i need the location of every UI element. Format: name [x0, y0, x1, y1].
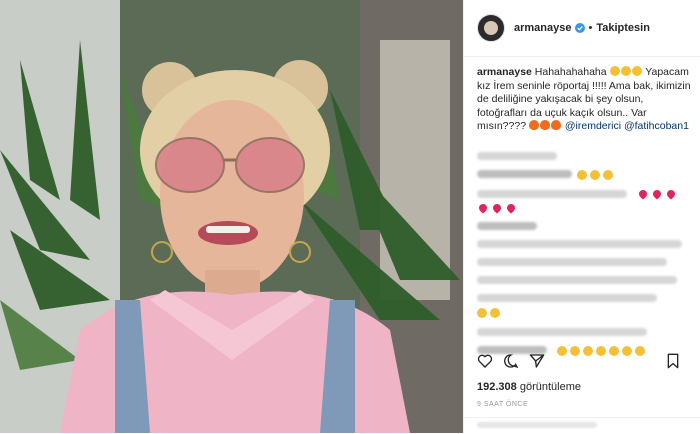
fire-emoji-icon — [528, 120, 539, 130]
comment-emojis — [477, 308, 691, 318]
caption-username[interactable]: armanayse — [477, 66, 532, 78]
post-header: armanayse • Takiptesin — [464, 0, 700, 57]
comment-item — [477, 190, 627, 198]
view-count: 192.308 görüntüleme — [477, 381, 581, 393]
emoji-icon — [477, 308, 487, 318]
laughing-emoji-icon — [631, 66, 642, 76]
bookmark-icon[interactable] — [665, 353, 681, 369]
views-number: 192.308 — [477, 381, 517, 393]
heart-emoji-icon — [665, 188, 677, 200]
comment-item — [477, 170, 572, 178]
heart-emoji-icon — [477, 202, 489, 214]
comment-input-placeholder[interactable] — [477, 422, 597, 428]
caption-text-part1: Hahahahahaha — [534, 66, 607, 78]
heart-emoji-icon — [505, 202, 517, 214]
post-actions — [477, 353, 691, 369]
comment-hearts — [637, 188, 691, 200]
heart-icon[interactable] — [477, 353, 493, 369]
post-caption: armanayse Hahahahahaha Yapacam kız İrem … — [477, 66, 691, 134]
verified-badge-icon — [574, 23, 585, 33]
comments-list — [477, 152, 691, 366]
post-timestamp[interactable]: 9 SAAT ÖNCE — [477, 401, 528, 408]
follow-button[interactable]: Takiptesin — [596, 22, 650, 34]
emoji-icon — [490, 308, 500, 318]
post-video[interactable] — [0, 0, 463, 433]
laughing-emoji-icon — [620, 66, 631, 76]
comment-item — [477, 328, 647, 336]
comment-item — [477, 276, 677, 284]
post-username[interactable]: armanayse — [514, 22, 572, 34]
comment-emojis — [577, 170, 691, 180]
views-label: görüntüleme — [519, 381, 581, 393]
fire-emoji-icon — [539, 120, 550, 130]
header-separator: • — [588, 22, 593, 34]
comment-item — [477, 258, 667, 266]
add-comment-area[interactable] — [464, 417, 700, 434]
mention-link[interactable]: @fatihcoban1 — [624, 120, 689, 132]
comment-hearts — [477, 202, 691, 214]
heart-emoji-icon — [637, 188, 649, 200]
laughing-emoji-icon — [609, 66, 620, 76]
load-more-comments[interactable] — [477, 152, 557, 160]
emoji-icon — [603, 170, 613, 180]
post-side-panel: armanayse • Takiptesin armanayse Hahahah… — [463, 0, 700, 433]
fire-emoji-icon — [550, 120, 561, 130]
comment-item — [477, 240, 682, 248]
heart-emoji-icon — [491, 202, 503, 214]
mention-link[interactable]: @iremderici — [565, 120, 621, 132]
comment-item — [477, 222, 537, 230]
comment-icon[interactable] — [503, 353, 519, 369]
emoji-icon — [590, 170, 600, 180]
avatar[interactable] — [477, 14, 505, 42]
comment-item — [477, 294, 657, 302]
heart-emoji-icon — [651, 188, 663, 200]
video-frame — [0, 0, 463, 433]
share-icon[interactable] — [529, 353, 545, 369]
emoji-icon — [577, 170, 587, 180]
